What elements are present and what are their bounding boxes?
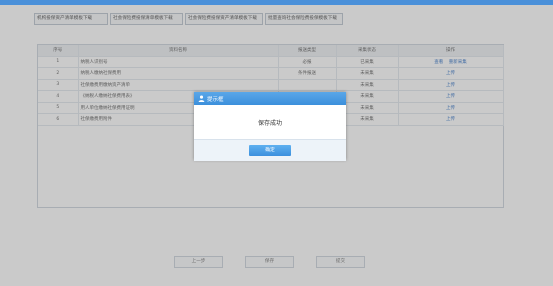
confirm-button[interactable]: 确定 <box>249 145 291 156</box>
user-icon <box>198 95 205 102</box>
dialog-body: 保存成功 <box>194 105 346 139</box>
dialog-title: 提示框 <box>207 96 224 103</box>
dialog-header: 提示框 <box>194 92 346 105</box>
dialog-message: 保存成功 <box>257 119 282 127</box>
dialog-footer: 确定 <box>194 139 346 161</box>
alert-dialog: 提示框 保存成功 确定 <box>194 92 346 161</box>
